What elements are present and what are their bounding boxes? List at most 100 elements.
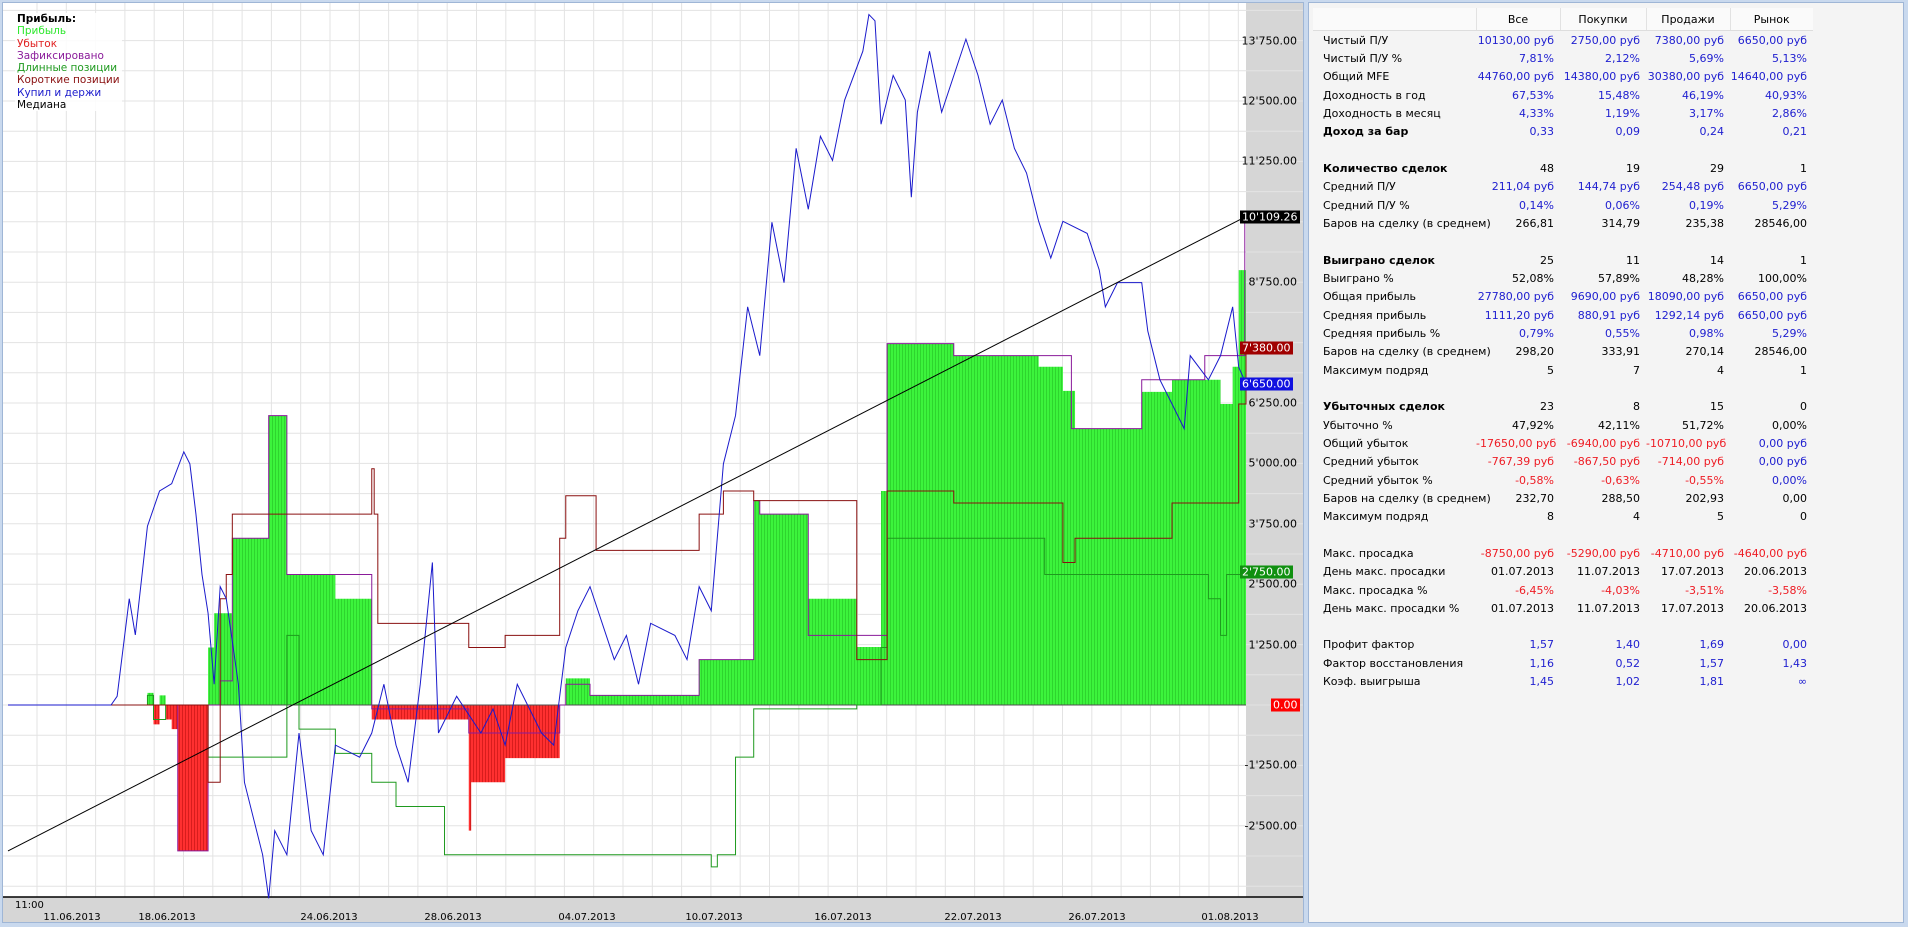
stats-cell: -867,50 руб [1573,455,1640,469]
stats-cell: -8750,00 руб [1480,546,1554,560]
stats-cell: 1,40 [1615,638,1641,652]
stats-cell: 9690,00 руб [1570,290,1640,304]
stats-row-label: Общий MFE [1323,70,1390,84]
stats-row-label: Доходность в месяц [1323,106,1441,120]
stats-row: Баров на сделку (в среднем) 232,70 288,50 2… [1313,489,1813,507]
stats-row: Выиграно % 52,08% 57,89% 48,28% 100,00% [1313,269,1813,287]
stats-cell: 15 [1710,400,1724,414]
stats-cell: 1,81 [1699,675,1725,689]
stats-cell: 314,79 [1601,216,1641,230]
statistics-table: Все Покупки Продажи Рынок Чистый П/У 1013… [1313,8,1813,691]
stats-cell: 1,02 [1615,675,1641,689]
stats-row-label: Выиграно сделок [1323,253,1436,267]
stats-cell: 1,57 [1529,638,1555,652]
statistics-panel: Все Покупки Продажи Рынок Чистый П/У 1013… [1308,2,1904,923]
stats-row: День макс. просадки % 01.07.2013 11.07.201… [1313,599,1813,617]
stats-cell: 11.07.2013 [1577,601,1640,615]
stats-cell: 17.07.2013 [1661,601,1724,615]
stats-row-label: Средний П/У % [1323,198,1410,212]
stats-cell: -5290,00 руб [1566,546,1640,560]
equity-chart[interactable] [3,3,1303,923]
last-value-badge: 6'650.00 [1240,377,1293,391]
stats-row: Средняя прибыль 1111,20 руб 880,91 руб 1292… [1313,306,1813,324]
stats-cell: 0,24 [1699,125,1725,139]
stats-row: Доходность в месяц 4,33% 1,19% 3,17% 2,86% [1313,104,1813,122]
stats-row: Общий MFE 44760,00 руб 14380,00 руб 30380,0… [1313,68,1813,86]
spacer-row [1313,141,1813,159]
stats-row: Убыточных сделок 23 8 15 0 [1313,398,1813,416]
stats-cell: 19 [1626,161,1640,175]
stats-cell: 57,89% [1598,271,1640,285]
stats-cell: 14640,00 руб [1730,70,1807,84]
legend-item[interactable]: Зафиксировано [17,50,120,62]
legend-item[interactable]: Короткие позиции [17,74,120,86]
x-tick-label: 04.07.2013 [558,912,616,923]
x-tick-label: 18.06.2013 [138,912,196,923]
stats-cell: 0,52 [1615,656,1641,670]
spacer-row [1313,526,1813,544]
stats-row: Баров на сделку (в среднем) 266,81 314,79 2… [1313,214,1813,232]
column-header-buys[interactable]: Покупки [1559,8,1646,31]
stats-cell: 5,29% [1772,198,1807,212]
stats-cell: 51,72% [1682,418,1724,432]
equity-chart-panel[interactable]: Прибыль: Прибыль Убыток Зафиксировано Длинн… [2,2,1304,923]
last-value-badge: 0.00 [1271,698,1300,712]
stats-row: Средний убыток % -0,58% -0,63% -0,55% 0,00% [1313,471,1813,489]
spacer-row [1313,618,1813,636]
stats-row-label: Убыточно % [1323,418,1393,432]
stats-cell: 46,19% [1682,88,1724,102]
stats-cell: 0,09 [1615,125,1641,139]
stats-cell: 1,16 [1529,656,1555,670]
stats-cell: 4 [1717,363,1724,377]
legend-item[interactable]: Медиана [17,99,120,111]
stats-row-label: Профит фактор [1323,638,1415,652]
stats-row: День макс. просадки 01.07.2013 11.07.2013 1… [1313,563,1813,581]
stats-row-label: Максимум подряд [1323,510,1429,524]
stats-cell: -4,03% [1601,583,1640,597]
stats-row: Количество сделок 48 19 29 1 [1313,159,1813,177]
stats-row-label: Баров на сделку (в среднем) [1323,491,1491,505]
stats-cell: 0,00 руб [1758,455,1807,469]
stats-cell: 20.06.2013 [1744,601,1807,615]
stats-cell: 0,14% [1519,198,1554,212]
stats-cell: 11.07.2013 [1577,565,1640,579]
stats-cell: -17650,00 руб [1476,436,1557,450]
stats-cell: -767,39 руб [1487,455,1554,469]
stats-cell: -4640,00 руб [1733,546,1807,560]
stats-row-label: Общий убыток [1323,436,1409,450]
column-header-market[interactable]: Рынок [1729,8,1813,31]
stats-cell: 2,86% [1772,106,1807,120]
stats-cell: 5,29% [1772,326,1807,340]
stats-row-label: Средний убыток % [1323,473,1433,487]
legend-item[interactable]: Прибыль [17,25,120,37]
legend-item[interactable]: Убыток [17,38,120,50]
stats-cell: 29 [1710,161,1724,175]
stats-row: Чистый П/У 10130,00 руб 2750,00 руб 7380,00… [1313,31,1813,50]
stats-cell: 48,28% [1682,271,1724,285]
stats-cell: 0 [1800,510,1807,524]
stats-cell: 288,50 [1601,491,1641,505]
stats-cell: 0,00 [1782,638,1808,652]
stats-cell: 6650,00 руб [1737,180,1807,194]
stats-cell: 1292,14 руб [1654,308,1724,322]
y-tick-label: 3'750.00 [1248,517,1297,531]
x-tick-label: 28.06.2013 [424,912,482,923]
stats-cell: 333,91 [1601,345,1641,359]
stats-cell: 1,57 [1699,656,1725,670]
stats-cell: 0,79% [1519,326,1554,340]
legend-item[interactable]: Купил и держи [17,87,120,99]
stats-cell: -6940,00 руб [1566,436,1640,450]
y-tick-label: 13'750.00 [1241,34,1297,48]
stats-row-label: Количество сделок [1323,161,1448,175]
chart-legend: Прибыль: Прибыль Убыток Зафиксировано Длинн… [15,13,122,112]
stats-row-label: Максимум подряд [1323,363,1429,377]
stats-cell: 27780,00 руб [1477,290,1554,304]
column-header-all[interactable]: Все [1475,8,1560,31]
stats-row: Доход за бар 0,33 0,09 0,24 0,21 [1313,123,1813,141]
legend-item[interactable]: Длинные позиции [17,62,120,74]
stats-row: Максимум подряд 5 7 4 1 [1313,361,1813,379]
column-header-sells[interactable]: Продажи [1645,8,1730,31]
stats-row-label: День макс. просадки % [1323,601,1460,615]
stats-cell: 100,00% [1758,271,1807,285]
stats-row-label: Макс. просадка % [1323,583,1428,597]
